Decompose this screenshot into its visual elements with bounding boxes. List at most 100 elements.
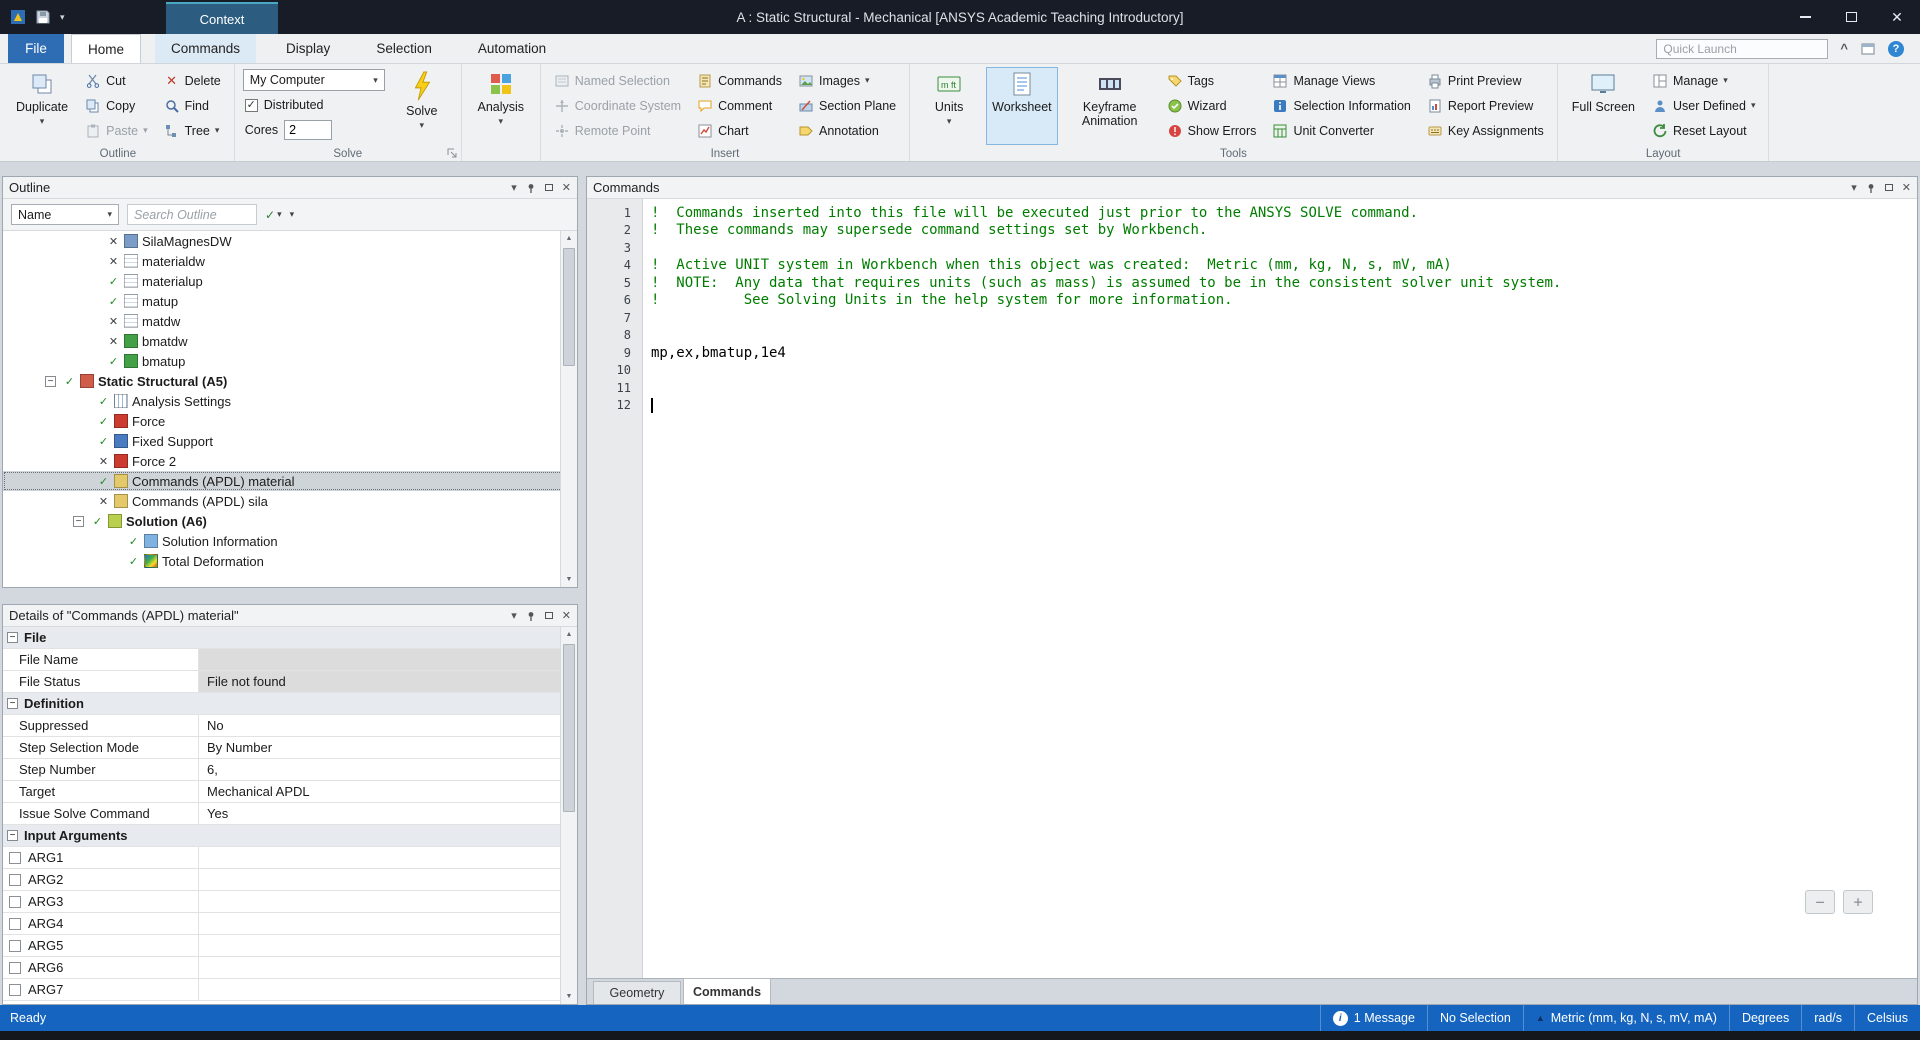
float-panel-icon[interactable] <box>1884 184 1893 191</box>
details-scrollbar[interactable]: ▲ ▼ <box>560 627 577 1004</box>
arg-checkbox[interactable] <box>9 917 21 930</box>
commands-editor[interactable]: 1 ! Commands inserted into this file will… <box>587 199 1917 978</box>
arg-checkbox[interactable] <box>9 873 21 886</box>
scrollbar-thumb[interactable] <box>563 644 575 812</box>
ribbon-display-options-icon[interactable] <box>1860 41 1876 57</box>
editor-line[interactable]: 2 ! These commands may supersede command … <box>587 222 1917 240</box>
editor-line[interactable]: 7 <box>587 309 1917 327</box>
tab-automation[interactable]: Automation <box>462 34 562 63</box>
tab-selection[interactable]: Selection <box>360 34 448 63</box>
solve-target-select[interactable]: My Computer ▾ <box>242 69 385 91</box>
float-panel-icon[interactable] <box>544 612 553 619</box>
editor-line[interactable]: 11 <box>587 379 1917 397</box>
tree-item-analysis-settings[interactable]: ✓ Analysis Settings <box>3 391 577 411</box>
manage-views-button[interactable]: Manage Views <box>1267 69 1415 92</box>
show-errors-button[interactable]: Show Errors <box>1162 119 1262 142</box>
details-panel-header[interactable]: Details of "Commands (APDL) material" ▾ … <box>3 605 577 627</box>
row-value[interactable] <box>199 935 560 956</box>
row-value[interactable]: No <box>199 715 560 736</box>
full-screen-button[interactable]: Full Screen <box>1566 67 1641 145</box>
details-row-arg[interactable]: ARG7 <box>3 979 560 1001</box>
scrollbar-thumb[interactable] <box>563 248 575 366</box>
scroll-down-icon[interactable]: ▼ <box>561 989 577 1004</box>
details-row-arg[interactable]: ARG6 <box>3 957 560 979</box>
arg-checkbox[interactable] <box>9 895 21 908</box>
tab-commands-bottom[interactable]: Commands <box>683 978 771 1004</box>
insert-commands-button[interactable]: Commands <box>692 69 787 92</box>
tree-button[interactable]: Tree ▾ <box>159 119 226 142</box>
row-value[interactable] <box>199 957 560 978</box>
tree-item-total-deformation[interactable]: ✓ Total Deformation <box>3 551 577 571</box>
panel-menu-icon[interactable]: ▾ <box>511 181 517 194</box>
arg-checkbox[interactable] <box>9 983 21 996</box>
delete-button[interactable]: ✕ Delete <box>159 69 226 92</box>
paste-button[interactable]: Paste ▾ <box>80 119 153 142</box>
units-button[interactable]: m ft Units ▾ <box>918 67 980 145</box>
row-value[interactable] <box>199 913 560 934</box>
analysis-button[interactable]: Analysis ▾ <box>470 67 532 145</box>
tree-item[interactable]: ✓ bmatup <box>3 351 577 371</box>
print-preview-button[interactable]: Print Preview <box>1422 69 1549 92</box>
details-row[interactable]: Step Number 6, <box>3 759 560 781</box>
close-button[interactable]: ✕ <box>1874 0 1920 34</box>
status-messages[interactable]: i 1 Message <box>1319 1005 1427 1031</box>
editor-line[interactable]: 10 <box>587 362 1917 380</box>
outline-filter-select[interactable]: Name ▾ <box>11 204 119 225</box>
details-section-header[interactable]: − Input Arguments <box>3 825 560 847</box>
editor-line[interactable]: 6 ! See Solving Units in the help system … <box>587 292 1917 310</box>
arg-checkbox[interactable] <box>9 961 21 974</box>
row-value[interactable] <box>199 891 560 912</box>
tab-geometry[interactable]: Geometry <box>593 981 681 1004</box>
qat-dropdown-icon[interactable]: ▾ <box>60 12 65 22</box>
row-value[interactable]: Yes <box>199 803 560 824</box>
arg-checkbox[interactable] <box>9 851 21 864</box>
row-value[interactable] <box>199 979 560 1000</box>
collapse-section-icon[interactable]: − <box>7 698 18 709</box>
details-row[interactable]: Suppressed No <box>3 715 560 737</box>
tab-display[interactable]: Display <box>270 34 346 63</box>
cores-input[interactable] <box>284 120 333 140</box>
details-row[interactable]: File Name <box>3 649 560 671</box>
editor-line[interactable]: 8 <box>587 327 1917 345</box>
expand-filter-button[interactable]: ✓ ▾ <box>265 208 282 222</box>
panel-menu-icon[interactable]: ▾ <box>511 609 517 622</box>
maximize-button[interactable] <box>1828 0 1874 34</box>
annotation-button[interactable]: Annotation <box>793 119 901 142</box>
row-value[interactable]: 6, <box>199 759 560 780</box>
tab-file[interactable]: File <box>8 34 64 63</box>
reset-layout-button[interactable]: Reset Layout <box>1647 119 1760 142</box>
row-value[interactable] <box>199 847 560 868</box>
unit-converter-button[interactable]: Unit Converter <box>1267 119 1415 142</box>
outline-search-input[interactable] <box>127 204 257 225</box>
details-row-arg[interactable]: ARG2 <box>3 869 560 891</box>
named-selection-button[interactable]: Named Selection <box>549 69 686 92</box>
tree-options-button[interactable]: ▾ <box>290 210 295 219</box>
scroll-down-icon[interactable]: ▼ <box>561 572 577 587</box>
collapse-expander-icon[interactable]: − <box>45 375 56 387</box>
details-section-header[interactable]: − Definition <box>3 693 560 715</box>
pin-icon[interactable] <box>1866 183 1876 193</box>
report-preview-button[interactable]: Report Preview <box>1422 94 1549 117</box>
status-angular-velocity[interactable]: rad/s <box>1801 1005 1854 1031</box>
tree-item-fixed-support[interactable]: ✓ Fixed Support <box>3 431 577 451</box>
scroll-up-icon[interactable]: ▲ <box>561 231 577 246</box>
minimize-button[interactable] <box>1782 0 1828 34</box>
row-value[interactable]: By Number <box>199 737 560 758</box>
find-button[interactable]: Find <box>159 94 226 117</box>
zoom-out-button[interactable]: − <box>1805 890 1835 914</box>
save-icon[interactable] <box>35 9 51 25</box>
cut-button[interactable]: Cut <box>80 69 153 92</box>
user-defined-button[interactable]: User Defined ▾ <box>1647 94 1760 117</box>
manage-button[interactable]: Manage ▾ <box>1647 69 1760 92</box>
panel-menu-icon[interactable]: ▾ <box>1851 181 1857 194</box>
keyframe-animation-button[interactable]: Keyframe Animation <box>1064 67 1156 145</box>
close-panel-icon[interactable]: ✕ <box>1902 181 1911 194</box>
details-row[interactable]: Issue Solve Command Yes <box>3 803 560 825</box>
editor-line-current[interactable]: 12 <box>587 397 1917 415</box>
tree-item-commands-sila[interactable]: ✕ Commands (APDL) sila <box>3 491 577 511</box>
editor-line[interactable]: 1 ! Commands inserted into this file will… <box>587 204 1917 222</box>
collapse-section-icon[interactable]: − <box>7 830 18 841</box>
scroll-up-icon[interactable]: ▲ <box>561 627 577 642</box>
context-tab-header[interactable]: Context <box>166 2 278 34</box>
details-row[interactable]: File Status File not found <box>3 671 560 693</box>
